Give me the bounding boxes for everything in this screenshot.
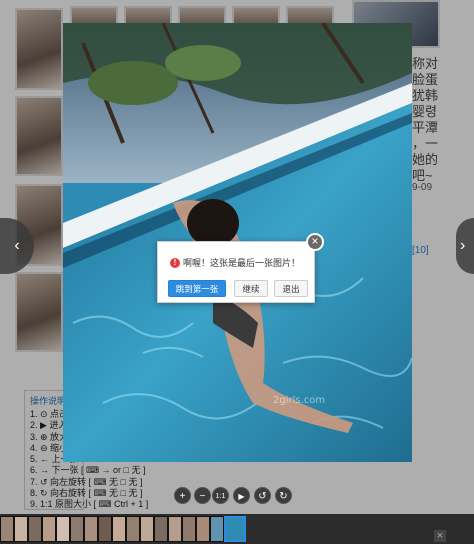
filmstrip-thumbnail[interactable] (140, 516, 154, 542)
filmstrip-thumbnail-active[interactable] (224, 516, 246, 542)
filmstrip-thumbnail[interactable] (126, 516, 140, 542)
play-slideshow-button[interactable]: ▶ (233, 487, 250, 504)
dialog-message-text: 啊喔！这张是最后一张图片！ (183, 258, 301, 268)
exit-button[interactable]: 退出 (274, 280, 308, 297)
warning-icon: ! (170, 257, 180, 268)
filmstrip-close-icon[interactable]: × (434, 530, 446, 542)
jump-to-first-button[interactable]: 跳到第一张 (168, 280, 226, 297)
filmstrip-thumbnail[interactable] (168, 516, 182, 542)
dialog-message: ! 啊喔！这张是最后一张图片！ (170, 256, 300, 269)
zoom-in-button[interactable]: + (174, 487, 191, 504)
filmstrip-thumbnail[interactable] (182, 516, 196, 542)
filmstrip-thumbnail[interactable] (70, 516, 84, 542)
next-image-button[interactable]: › (456, 218, 474, 274)
filmstrip-thumbnail[interactable] (28, 516, 42, 542)
filmstrip-thumbnail[interactable] (210, 516, 224, 542)
filmstrip-thumbnail[interactable] (84, 516, 98, 542)
zoom-out-button[interactable]: − (194, 487, 211, 504)
watermark-text: 2girls.com (273, 395, 325, 406)
chevron-left-icon: ‹ (14, 237, 20, 254)
filmstrip-thumbnail[interactable] (14, 516, 28, 542)
chevron-right-icon: › (460, 237, 466, 254)
actual-size-button[interactable]: 1:1 (212, 487, 229, 504)
filmstrip-thumbnail[interactable] (196, 516, 210, 542)
rotate-right-button[interactable]: ↻ (275, 487, 292, 504)
filmstrip-thumbnail[interactable] (42, 516, 56, 542)
rotate-left-button[interactable]: ↺ (254, 487, 271, 504)
filmstrip-thumbnail[interactable] (0, 516, 14, 542)
filmstrip-thumbnail[interactable] (56, 516, 70, 542)
dialog-close-icon[interactable]: × (306, 233, 324, 251)
filmstrip-thumbnail[interactable] (98, 516, 112, 542)
continue-button[interactable]: 继续 (234, 280, 268, 297)
filmstrip-thumbnail[interactable] (154, 516, 168, 542)
last-image-dialog: ! 啊喔！这张是最后一张图片！ 跳到第一张 继续 退出 (157, 241, 315, 303)
filmstrip-thumbnail[interactable] (112, 516, 126, 542)
